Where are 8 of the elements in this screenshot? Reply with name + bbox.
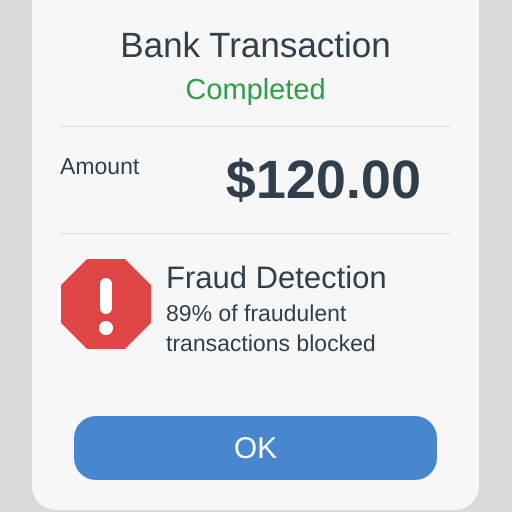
status-text: Completed [184,73,327,108]
amount-value: $120.00 [226,148,421,212]
ok-button[interactable]: OK [74,416,437,480]
alert-title: Fraud Detection [166,259,388,297]
dialog-title: Bank Transaction [119,25,392,67]
alert-message: 89% of fraudulent transactions blocked [166,299,377,358]
amount-label: Amount [60,152,140,181]
warning-icon [60,258,152,350]
